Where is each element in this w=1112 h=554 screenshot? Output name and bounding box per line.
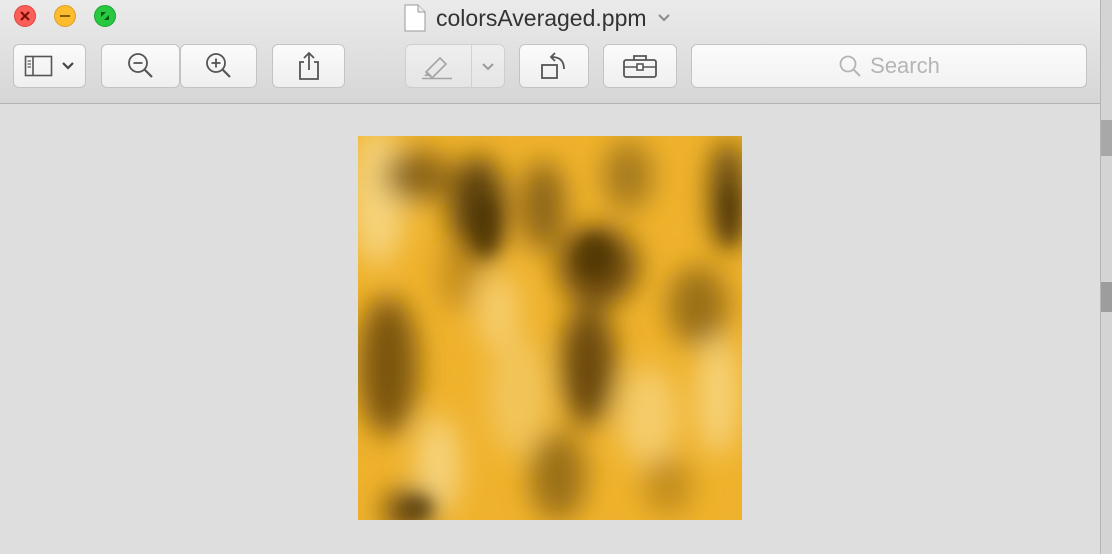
window-title-area[interactable]: colorsAveraged.ppm <box>404 4 671 32</box>
background-window-edge <box>1101 0 1112 554</box>
highlighter-icon <box>422 56 452 80</box>
search-placeholder: Search <box>870 53 940 78</box>
marbled-texture <box>358 136 742 520</box>
close-icon <box>20 11 30 21</box>
sidebar-icon <box>24 55 52 77</box>
share-button[interactable] <box>272 44 345 88</box>
zoom-in-icon <box>205 53 231 78</box>
fullscreen-icon <box>101 12 109 20</box>
preview-window: colorsAveraged.ppm Search <box>0 0 1101 554</box>
chevron-down-icon <box>657 14 670 22</box>
fullscreen-window-button[interactable] <box>94 5 116 27</box>
segment-divider <box>471 45 472 87</box>
titlebar: colorsAveraged.ppm Search <box>0 0 1100 104</box>
zoom-out-icon <box>127 53 153 78</box>
zoom-out-button[interactable] <box>101 44 180 88</box>
window-title: colorsAveraged.ppm <box>436 4 647 31</box>
toolbox-button[interactable] <box>603 44 677 88</box>
search-field[interactable]: Search <box>691 44 1087 88</box>
minimize-window-button[interactable] <box>54 5 76 27</box>
rotate-left-icon <box>541 52 565 79</box>
background-window-mark <box>1101 282 1112 312</box>
markup-button[interactable] <box>405 44 505 88</box>
zoom-in-button[interactable] <box>180 44 257 88</box>
chevron-down-icon <box>61 62 74 70</box>
share-icon <box>298 51 319 80</box>
search-icon <box>839 55 861 77</box>
rotate-button[interactable] <box>519 44 589 88</box>
background-window-mark <box>1101 120 1112 156</box>
sidebar-toggle-button[interactable] <box>13 44 86 88</box>
chevron-down-icon <box>482 63 494 71</box>
document-icon <box>404 4 426 32</box>
minimize-icon <box>60 15 70 17</box>
document-image <box>358 136 742 520</box>
close-window-button[interactable] <box>14 5 36 27</box>
toolbox-icon <box>623 55 657 78</box>
